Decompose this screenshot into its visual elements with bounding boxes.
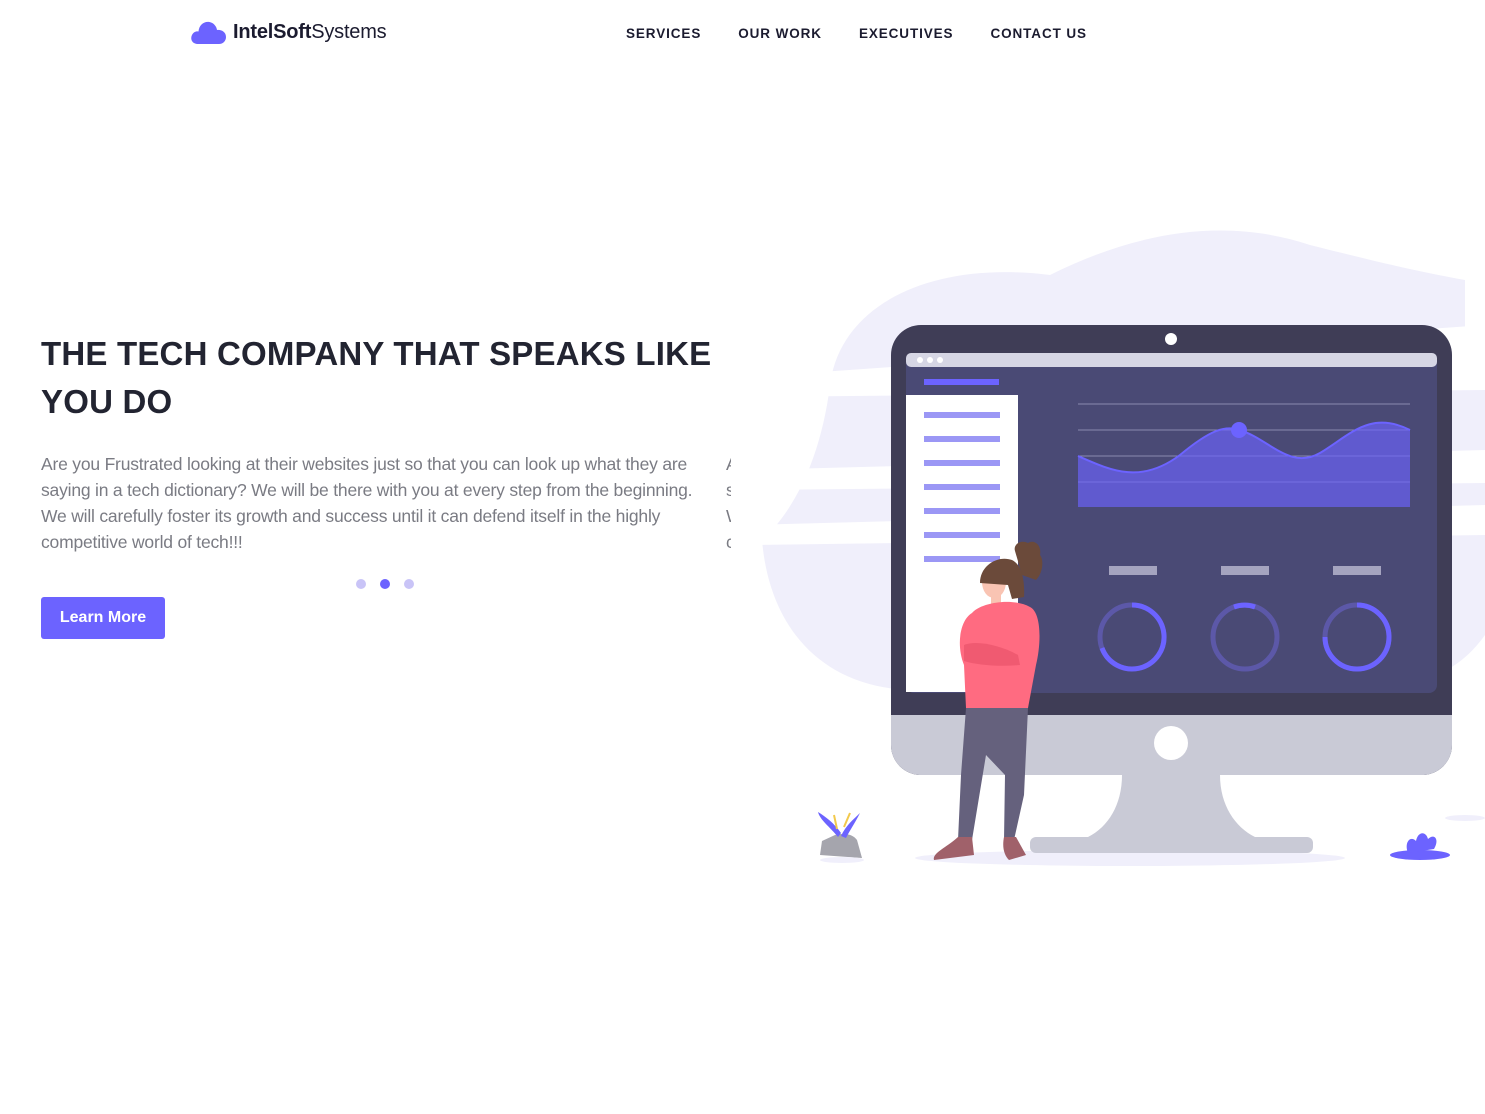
brand-name-regular: Systems bbox=[311, 20, 387, 43]
slider-dot-2[interactable] bbox=[380, 579, 390, 589]
nav-link-services[interactable]: SERVICES bbox=[626, 26, 701, 41]
learn-more-button[interactable]: Learn More bbox=[41, 597, 165, 639]
slider-dot-3[interactable] bbox=[404, 579, 414, 589]
hero-title: THE TECH COMPANY THAT SPEAKS LIKE YOU DO bbox=[41, 335, 712, 420]
dashboard-illustration bbox=[750, 230, 1485, 866]
hero-slider-track: Are you Frustrated looking at their webs… bbox=[41, 451, 731, 555]
slider-dots bbox=[356, 579, 428, 589]
brand-name-bold: IntelSoft bbox=[233, 20, 312, 43]
hero-slider[interactable]: Are you Frustrated looking at their webs… bbox=[41, 451, 731, 561]
nav-link-contact-us[interactable]: CONTACT US bbox=[990, 26, 1087, 41]
nav-link-our-work[interactable]: OUR WORK bbox=[738, 26, 822, 41]
hero-description-next-slide: Are you Frustrated looking at their webs… bbox=[726, 454, 731, 552]
brand-logo[interactable]: IntelSoftSystems bbox=[190, 18, 387, 46]
plant-left-decoration bbox=[818, 812, 864, 863]
slider-dot-1[interactable] bbox=[356, 579, 366, 589]
cloud-icon bbox=[191, 21, 226, 44]
hero-illustration bbox=[750, 215, 1485, 875]
plant-right-decoration bbox=[1390, 833, 1450, 860]
brand-name: IntelSoftSystems bbox=[233, 20, 387, 44]
hero-description: Are you Frustrated looking at their webs… bbox=[41, 454, 693, 552]
main-nav: SERVICES OUR WORK EXECUTIVES CONTACT US bbox=[626, 26, 1124, 41]
nav-link-executives[interactable]: EXECUTIVES bbox=[859, 26, 954, 41]
